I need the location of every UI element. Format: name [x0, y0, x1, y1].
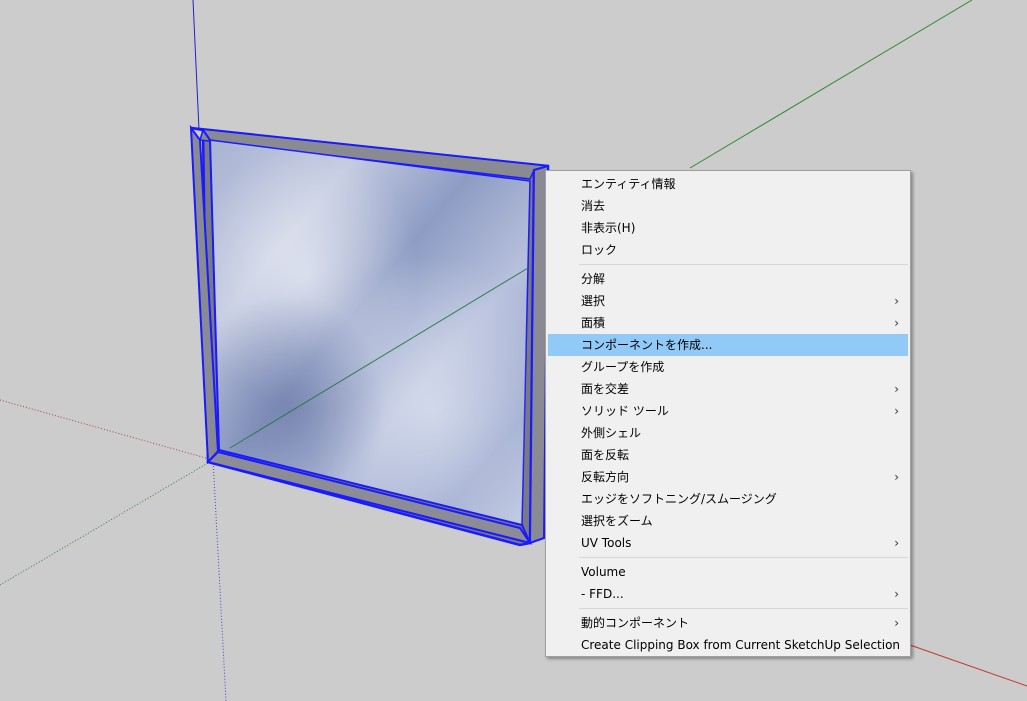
menu-item-label: 非表示(H)	[581, 221, 636, 235]
context-menu[interactable]: エンティティ情報 消去非表示(H) ロック分解選択 › 面積 › コンポーネントを作成...…	[545, 170, 911, 657]
menu-item[interactable]: ソリッド ツール ›	[548, 400, 908, 422]
menu-item[interactable]: ロック	[548, 239, 908, 261]
menu-item[interactable]: グループを作成	[548, 356, 908, 378]
menu-item[interactable]: - FFD... ›	[548, 583, 908, 605]
menu-item-label: - FFD...	[581, 587, 624, 601]
menu-item-label: 外側シェル	[581, 426, 642, 440]
menu-item[interactable]: 選択をズーム	[548, 510, 908, 532]
red-axis-dotted	[0, 399, 214, 461]
menu-item-label: 面を交差	[581, 382, 630, 396]
menu-separator	[579, 557, 908, 558]
menu-item-label: エンティティ情報	[581, 177, 676, 191]
menu-item[interactable]: エッジをソフトニング/スムージング	[548, 488, 908, 510]
menu-item[interactable]: 選択 ›	[548, 290, 908, 312]
blue-axis-dotted	[212, 459, 227, 701]
menu-item[interactable]: UV Tools ›	[548, 532, 908, 554]
menu-separator	[579, 264, 908, 265]
submenu-arrow-icon: ›	[894, 587, 899, 601]
menu-item-label: 選択をズーム	[581, 514, 653, 528]
submenu-arrow-icon: ›	[894, 470, 899, 484]
menu-item-label: グループを作成	[581, 360, 665, 374]
menu-item-label: 面を反転	[581, 448, 630, 462]
menu-item[interactable]: 面を交差 ›	[548, 378, 908, 400]
menu-item-label: 選択	[581, 294, 606, 308]
submenu-arrow-icon: ›	[894, 294, 899, 308]
submenu-arrow-icon: ›	[894, 536, 899, 550]
menu-item-label: 面積	[581, 316, 606, 330]
red-axis	[909, 644, 1027, 687]
menu-item-label: UV Tools	[581, 536, 632, 550]
submenu-arrow-icon: ›	[894, 382, 899, 396]
green-axis-dotted	[0, 459, 214, 586]
green-axis	[689, 0, 973, 169]
menu-item[interactable]: 外側シェル	[548, 422, 908, 444]
menu-item[interactable]: コンポーネントを作成...	[548, 334, 908, 356]
menu-item[interactable]: 反転方向 ›	[548, 466, 908, 488]
menu-item-label: Create Clipping Box from Current SketchU…	[581, 638, 901, 652]
menu-item-label: Volume	[581, 565, 626, 579]
menu-item-label: ソリッド ツール	[581, 404, 669, 418]
menu-item[interactable]: エンティティ情報	[548, 173, 908, 195]
menu-item[interactable]: Volume	[548, 561, 908, 583]
submenu-arrow-icon: ›	[894, 616, 899, 630]
blue-axis	[192, 0, 200, 131]
menu-item[interactable]: 面を反転	[548, 444, 908, 466]
menu-item[interactable]: Create Clipping Box from Current SketchU…	[548, 634, 908, 656]
submenu-arrow-icon: ›	[894, 404, 899, 418]
menu-item-label: 動的コンポーネント	[581, 616, 690, 630]
menu-separator	[579, 608, 908, 609]
menu-item-label: コンポーネントを作成...	[581, 338, 713, 352]
menu-item-label: ロック	[581, 243, 618, 257]
menu-item[interactable]: 分解	[548, 268, 908, 290]
menu-item[interactable]: 消去	[548, 195, 908, 217]
menu-item-label: 消去	[581, 199, 606, 213]
submenu-arrow-icon: ›	[894, 316, 899, 330]
menu-item-label: 反転方向	[581, 470, 630, 484]
menu-item[interactable]: 面積 ›	[548, 312, 908, 334]
menu-item[interactable]: 動的コンポーネント ›	[548, 612, 908, 634]
menu-item[interactable]: 非表示(H)	[548, 217, 908, 239]
menu-item-label: 分解	[581, 272, 606, 286]
menu-item-label: エッジをソフトニング/スムージング	[581, 492, 777, 506]
